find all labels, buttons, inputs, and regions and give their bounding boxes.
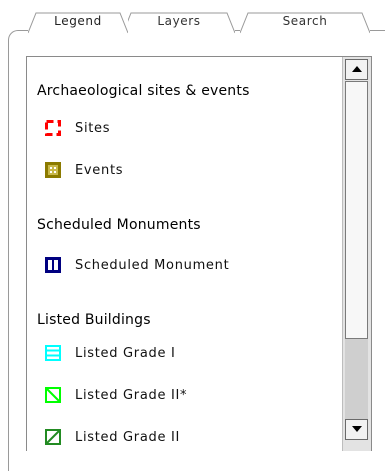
dashed-square-icon bbox=[45, 120, 61, 136]
legend-item-listed-grade-i: Listed Grade I bbox=[45, 345, 176, 361]
legend-item-listed-grade-ii-star: Listed Grade II* bbox=[45, 387, 187, 403]
legend-item-events: Events bbox=[45, 162, 123, 178]
tab-search[interactable]: Search bbox=[240, 12, 370, 34]
vertical-scrollbar[interactable] bbox=[342, 57, 371, 451]
diagonal-hatched-square-icon bbox=[45, 387, 61, 403]
legend-item-sites: Sites bbox=[45, 120, 110, 136]
legend-item-listed-grade-ii: Listed Grade II bbox=[45, 429, 180, 445]
legend-item-label: Sites bbox=[75, 120, 111, 136]
tab-layers[interactable]: Layers bbox=[123, 12, 235, 34]
section-heading-listed-buildings: Listed Buildings bbox=[37, 312, 151, 328]
legend-item-label: Scheduled Monument bbox=[75, 257, 230, 273]
legend-item-label: Events bbox=[75, 162, 124, 178]
vertical-hatched-square-icon bbox=[45, 257, 61, 273]
dotted-square-icon bbox=[45, 162, 61, 178]
scroll-thumb[interactable] bbox=[345, 81, 368, 339]
legend-item-label: Listed Grade II* bbox=[75, 387, 188, 403]
legend-item-scheduled-monument: Scheduled Monument bbox=[45, 257, 229, 273]
legend-item-label: Listed Grade II bbox=[75, 429, 181, 445]
tab-layers-label: Layers bbox=[157, 14, 201, 28]
tab-search-label: Search bbox=[282, 14, 328, 28]
diagonal-hatched-square-icon bbox=[45, 429, 61, 445]
horizontal-hatched-square-icon bbox=[45, 345, 61, 361]
scroll-up-button[interactable] bbox=[345, 59, 368, 80]
tab-legend[interactable]: Legend bbox=[28, 12, 128, 34]
legend-list: Archaeological sites & events Sites Even… bbox=[26, 56, 372, 451]
tab-legend-label: Legend bbox=[54, 14, 102, 28]
scroll-down-button[interactable] bbox=[345, 419, 368, 440]
scroll-track[interactable] bbox=[345, 339, 368, 419]
section-heading-archaeological: Archaeological sites & events bbox=[37, 83, 250, 99]
arrow-up-icon bbox=[351, 66, 362, 72]
section-heading-scheduled-monuments: Scheduled Monuments bbox=[37, 217, 201, 233]
arrow-down-icon bbox=[351, 426, 362, 432]
legend-item-label: Listed Grade I bbox=[75, 345, 176, 361]
